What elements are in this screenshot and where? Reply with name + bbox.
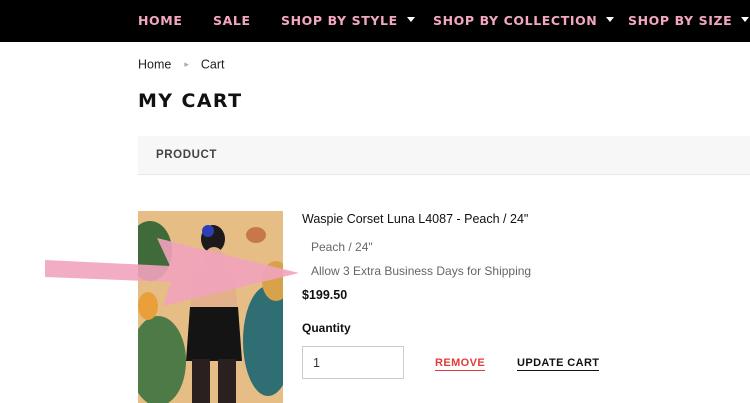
product-variant: Peach / 24" — [311, 240, 373, 254]
breadcrumb-home-link[interactable]: Home — [138, 58, 171, 72]
top-navigation: HOME SALE SHOP BY STYLE SHOP BY COLLECTI… — [0, 0, 750, 42]
nav-item-label: SHOP BY STYLE — [281, 13, 398, 28]
nav-item-shop-by-size[interactable]: SHOP BY SIZE — [628, 0, 750, 42]
quantity-input[interactable] — [302, 346, 404, 379]
breadcrumb-current: Cart — [200, 57, 225, 72]
column-header-product: PRODUCT — [156, 149, 218, 161]
nav-item-label: SALE — [213, 13, 251, 28]
caret-down-icon — [406, 17, 415, 22]
caret-down-icon — [741, 17, 750, 22]
nav-item-sale[interactable]: SALE — [213, 0, 251, 42]
product-image[interactable] — [138, 211, 283, 403]
nav-item-home[interactable]: HOME — [138, 0, 182, 42]
breadcrumb: Home ▸ Cart — [138, 57, 225, 72]
remove-button[interactable]: REMOVE — [435, 357, 486, 371]
cart-table-header: PRODUCT — [138, 136, 750, 175]
nav-item-label: SHOP BY COLLECTION — [433, 13, 598, 28]
caret-down-icon — [606, 17, 615, 22]
nav-item-shop-by-collection[interactable]: SHOP BY COLLECTION — [433, 0, 615, 42]
nav-item-label: SHOP BY SIZE — [628, 13, 733, 28]
chevron-right-icon: ▸ — [184, 59, 189, 70]
shipping-note: Allow 3 Extra Business Days for Shipping — [311, 264, 532, 278]
product-price: $199.50 — [302, 288, 348, 302]
product-name-link[interactable]: Waspie Corset Luna L4087 - Peach / 24" — [302, 212, 528, 226]
quantity-label: Quantity — [302, 321, 351, 335]
nav-item-label: HOME — [138, 13, 183, 28]
nav-item-shop-by-style[interactable]: SHOP BY STYLE — [281, 0, 415, 42]
page-title: MY CART — [138, 90, 243, 112]
update-cart-button[interactable]: UPDATE CART — [517, 357, 600, 371]
